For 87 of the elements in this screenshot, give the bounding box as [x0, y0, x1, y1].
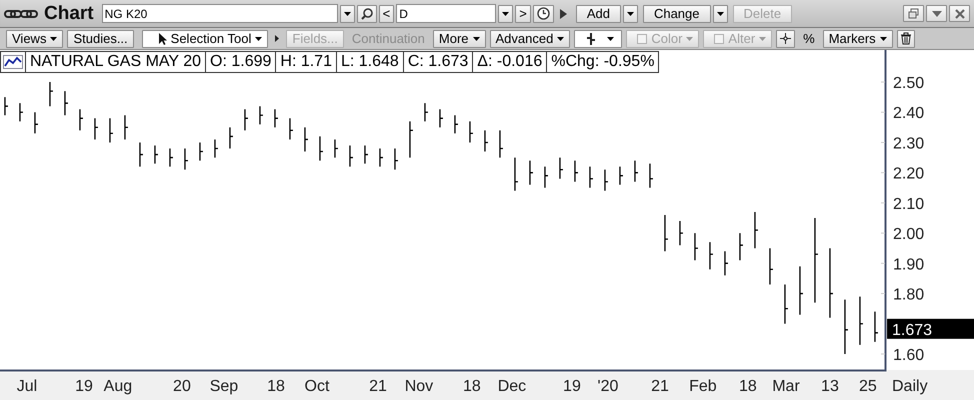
- axis-label: 18: [463, 378, 481, 395]
- crosshair-button[interactable]: [776, 30, 796, 48]
- clock-button[interactable]: [532, 4, 554, 22]
- caret-icon: [626, 12, 634, 16]
- legend-value: Δ: -0.016: [472, 52, 546, 72]
- axis-label: 2.00: [893, 226, 924, 244]
- caret-icon: [472, 36, 480, 40]
- crosshair-icon: [780, 33, 792, 44]
- axis-label: 18: [267, 378, 285, 395]
- axis-label: Dec: [498, 378, 526, 395]
- previous-button[interactable]: <: [378, 4, 394, 22]
- caret-icon: [50, 36, 58, 40]
- axis-label: Sep: [210, 378, 238, 395]
- clock-icon: [536, 7, 550, 20]
- axis-label: 2.10: [893, 196, 924, 213]
- axis-label: 2.20: [893, 166, 924, 183]
- window-title: Chart: [44, 2, 94, 24]
- legend-value: O: 1.699: [205, 52, 276, 72]
- axis-label: 18: [739, 378, 757, 395]
- search-icon: [360, 8, 373, 20]
- legend-value: %Chg: -0.95%: [546, 52, 658, 72]
- caret-icon: [759, 36, 766, 40]
- triangle-icon: [275, 35, 280, 42]
- trash-icon: [900, 32, 912, 45]
- menu-button[interactable]: Markers: [822, 30, 893, 48]
- toolbar-label: Continuation: [350, 31, 426, 46]
- axis-label: 1.60: [893, 346, 924, 364]
- legend-value: L: 1.648: [336, 52, 403, 72]
- axis-label: Jul: [16, 378, 38, 395]
- link-icon[interactable]: [4, 8, 38, 18]
- axis-label: '20: [598, 378, 618, 395]
- caret-icon: [557, 36, 564, 40]
- menu-button[interactable]: Advanced: [490, 30, 570, 48]
- period-label: Daily: [892, 378, 928, 395]
- axis-label: 19: [75, 378, 93, 395]
- legend-value: H: 1.71: [275, 52, 336, 72]
- search-button[interactable]: [356, 4, 377, 22]
- play-icon: [560, 8, 567, 18]
- toolbar-button[interactable]: Studies...: [67, 30, 134, 48]
- bar-style-dropdown[interactable]: [574, 30, 622, 48]
- instrument-name: NATURAL GAS MAY 20: [25, 52, 206, 72]
- axis-label: 19: [563, 378, 581, 395]
- caret-icon: [502, 12, 510, 16]
- axis-label: 2.30: [893, 135, 924, 152]
- dropdown-button[interactable]: [340, 4, 355, 22]
- axis-label: 1.90: [893, 256, 924, 274]
- legend-value: C: 1.673: [402, 52, 472, 72]
- interval-field[interactable]: D: [396, 4, 496, 23]
- window-button[interactable]: [903, 5, 924, 22]
- axis-label: 25: [859, 378, 877, 395]
- restore-icon: [908, 8, 920, 20]
- toolbar-button[interactable]: Change: [642, 4, 710, 22]
- axis-label: 2.50: [893, 75, 924, 92]
- axis-label: Oct: [304, 378, 330, 395]
- axis-label: 21: [369, 378, 387, 395]
- close-icon: [954, 8, 966, 20]
- dropdown-button[interactable]: [712, 4, 728, 22]
- window-button[interactable]: [926, 5, 947, 22]
- caret-icon: [716, 12, 724, 16]
- caret-icon: [344, 12, 351, 16]
- axis-label: 2.40: [893, 105, 924, 122]
- axis-label: Nov: [404, 378, 434, 395]
- next-button[interactable]: >: [515, 4, 531, 22]
- caret-icon: [880, 36, 887, 40]
- toolbar-label: %: [802, 31, 816, 46]
- last-price-label: 1.673: [887, 318, 974, 339]
- menu-button[interactable]: Views: [6, 30, 64, 48]
- window-button[interactable]: [949, 5, 970, 22]
- menu-button[interactable]: More: [432, 30, 486, 48]
- axis-label: 20: [173, 378, 191, 395]
- dropdown-button[interactable]: [498, 4, 514, 22]
- axis-label: 21: [651, 378, 669, 395]
- caret-icon: [255, 36, 262, 40]
- toolbar-button[interactable]: Add: [576, 4, 621, 22]
- caret-icon: [607, 36, 614, 40]
- caret-icon: [686, 36, 694, 40]
- axis-label: 1.80: [893, 286, 924, 304]
- axis-label: Feb: [689, 378, 717, 395]
- dropdown-button[interactable]: [622, 4, 638, 22]
- tool-dropdown[interactable]: Selection Tool: [142, 30, 268, 48]
- axis-label: Mar: [772, 378, 800, 395]
- axis-label: 13: [821, 378, 839, 395]
- symbol-field[interactable]: NG K20: [102, 4, 338, 23]
- bar-icon: [587, 32, 596, 44]
- cursor-icon: [158, 32, 167, 44]
- trash-button[interactable]: [896, 30, 915, 48]
- axis-label: Aug: [104, 378, 132, 395]
